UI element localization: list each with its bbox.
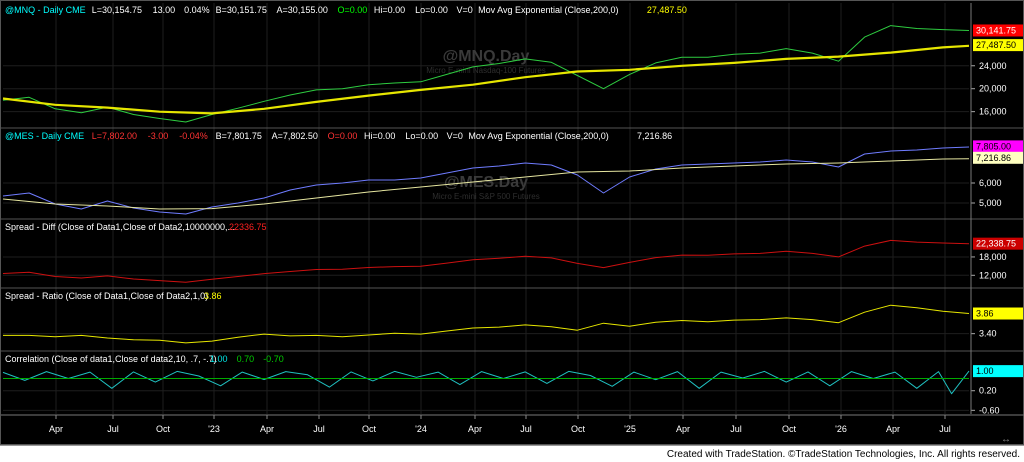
x-tick-label: '26 <box>835 424 847 434</box>
footer: Created with TradeStation. ©TradeStation… <box>0 445 1024 462</box>
panel-stat: O=0.00 <box>337 5 367 15</box>
y-tick-label: 18,000 <box>979 252 1007 262</box>
x-tick-label: Apr <box>49 424 63 434</box>
watermark-description: Micro E-mini Nasdaq-100 Futures <box>426 66 546 75</box>
panel-stat: B=7,801.75 <box>216 131 262 141</box>
panel-stat: 3.86 <box>204 291 222 301</box>
x-tick-label: Apr <box>260 424 274 434</box>
panel-stat: -3.00 <box>148 131 169 141</box>
y-tick-label: 5,000 <box>979 198 1002 208</box>
watermark-symbol: @MES.Day <box>444 174 528 191</box>
panel-stat: A=7,802.50 <box>272 131 318 141</box>
last-value-label: 27,487.50 <box>976 40 1016 50</box>
panel-stat: 27,487.50 <box>647 5 687 15</box>
x-tick-label: Jul <box>520 424 532 434</box>
x-tick-label: Oct <box>156 424 171 434</box>
panel-stat: Hi=0.00 <box>364 131 395 141</box>
panel-stat: Lo=0.00 <box>405 131 438 141</box>
last-value-label: 7,216.86 <box>976 153 1011 163</box>
panel-stat: 13.00 <box>153 5 176 15</box>
x-tick-label: Oct <box>362 424 377 434</box>
x-tick-label: '24 <box>415 424 427 434</box>
y-tick-label: 12,000 <box>979 270 1007 280</box>
x-tick-label: Jul <box>939 424 951 434</box>
last-value-label: 22,338.75 <box>976 239 1016 249</box>
panel-stat: Hi=0.00 <box>374 5 405 15</box>
footer-copyright: Created with TradeStation. ©TradeStation… <box>666 449 1020 460</box>
panel-stat: V=0 <box>456 5 472 15</box>
x-tick-label: Jul <box>730 424 742 434</box>
x-tick-label: Apr <box>886 424 900 434</box>
panel-stat: L=7,802.00 <box>92 131 137 141</box>
y-tick-label: 0.20 <box>979 386 997 396</box>
y-tick-label: 3.40 <box>979 329 997 339</box>
panel-stat: -0.04% <box>179 131 208 141</box>
chart-frame: @MNQ.Day Micro E-mini Nasdaq-100 Futures @… <box>0 0 1024 445</box>
y-tick-label: 24,000 <box>979 61 1007 71</box>
panel-stat: L=30,154.75 <box>92 5 142 15</box>
y-tick-label: -0.60 <box>979 405 1000 415</box>
panel-title: @MES - Daily CME <box>5 131 84 141</box>
scale-settings-icon[interactable]: ↔ <box>1001 434 1011 445</box>
x-tick-label: Apr <box>468 424 482 434</box>
multi-panel-chart[interactable]: @MNQ.DayMicro E-mini Nasdaq-100 Futures @… <box>1 1 1024 446</box>
panel-title: @MNQ - Daily CME <box>5 5 86 15</box>
panel-stat: A=30,155.00 <box>277 5 328 15</box>
panel-stat: O=0.00 <box>328 131 358 141</box>
panel-stat: 0.04% <box>184 5 210 15</box>
panel-stat: 1.00 <box>210 354 228 364</box>
panel-title: Spread - Ratio (Close of Data1,Close of … <box>5 291 208 301</box>
panel-title: Spread - Diff (Close of Data1,Close of D… <box>5 222 235 232</box>
panel-stat: 0.70 <box>237 354 255 364</box>
panel-stat: Mov Avg Exponential (Close,200,0) <box>468 131 608 141</box>
series-line-4-1 <box>3 304 970 344</box>
x-tick-label: '25 <box>624 424 636 434</box>
x-tick-label: Jul <box>107 424 119 434</box>
last-value-label: 30,141.75 <box>976 25 1016 35</box>
series-line-3-1 <box>2 239 970 283</box>
y-tick-label: 16,000 <box>979 107 1007 117</box>
x-tick-label: '23 <box>208 424 220 434</box>
y-tick-label: 20,000 <box>979 84 1007 94</box>
last-value-label: 3.86 <box>976 309 994 319</box>
last-value-label: 1.00 <box>976 366 994 376</box>
x-tick-label: Jul <box>313 424 325 434</box>
panel-stat: Lo=0.00 <box>415 5 448 15</box>
panel-stat: B=30,151.75 <box>216 5 267 15</box>
x-tick-label: Apr <box>676 424 690 434</box>
panel-title: Correlation (Close of data1,Close of dat… <box>5 354 217 364</box>
x-tick-label: Oct <box>571 424 586 434</box>
watermark-description: Micro E-mini S&P 500 Futures <box>432 192 539 201</box>
panel-stat: -0.70 <box>263 354 284 364</box>
x-tick-label: Oct <box>782 424 797 434</box>
last-value-label: 7,805.00 <box>976 141 1011 151</box>
panel-stat: 7,216.86 <box>637 131 672 141</box>
panel-stat: V=0 <box>447 131 463 141</box>
watermark-symbol: @MNQ.Day <box>443 48 530 65</box>
panel-stat: Mov Avg Exponential (Close,200,0) <box>478 5 618 15</box>
y-tick-label: 6,000 <box>979 178 1002 188</box>
panel-stat: 22336.75 <box>229 222 267 232</box>
